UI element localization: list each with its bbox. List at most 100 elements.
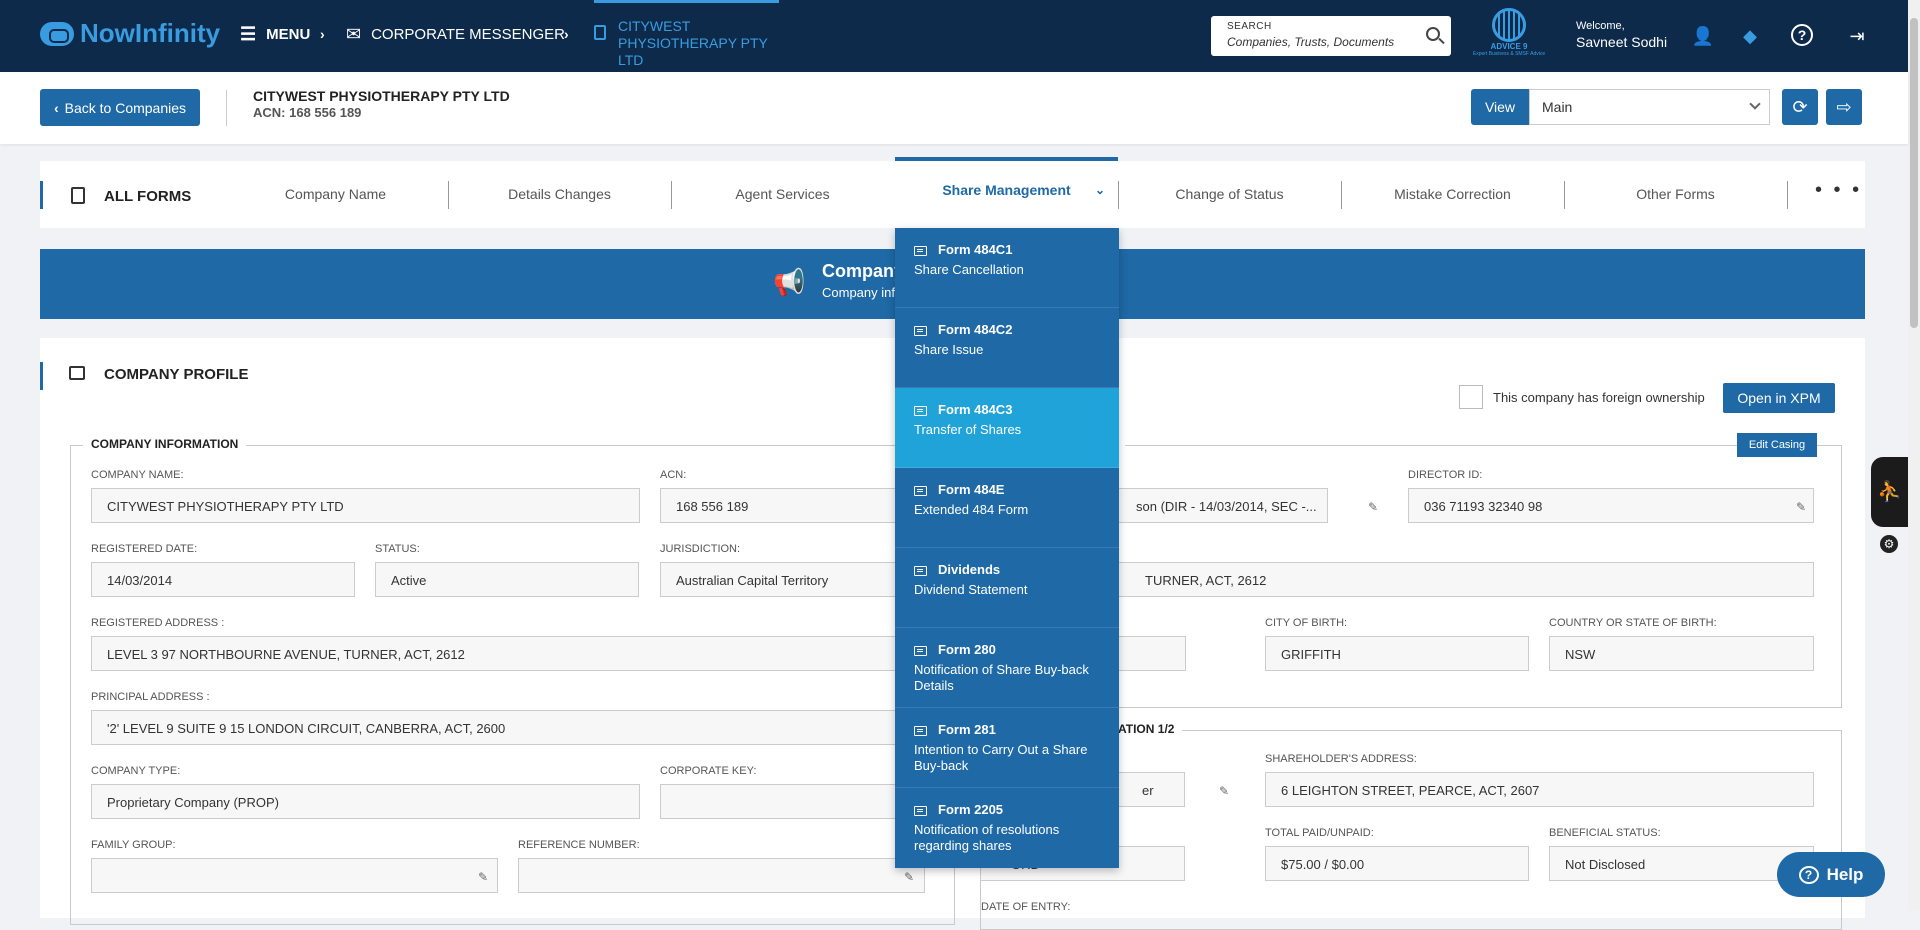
breadcrumb-company[interactable]: CITYWEST PHYSIOTHERAPY PTY LTD — [594, 0, 779, 72]
menu-button[interactable]: ☰ MENU — [240, 24, 310, 45]
menu-item-form-484c3[interactable]: Form 484C3 Transfer of Shares — [895, 388, 1119, 468]
chevron-left-icon: ‹ — [53, 99, 59, 116]
menu-item-form-484c2[interactable]: Form 484C2 Share Issue — [895, 308, 1119, 388]
more-tabs-button[interactable]: • • • — [1815, 179, 1862, 202]
nowinfinity-logo[interactable]: NowInfinity — [40, 18, 220, 49]
total-paid-label: TOTAL PAID/UNPAID: — [1265, 827, 1374, 839]
global-search[interactable]: SEARCH Companies, Trusts, Documents — [1211, 16, 1451, 56]
menu-item-form-484c1[interactable]: Form 484C1 Share Cancellation — [895, 228, 1119, 308]
shareholder-address-field[interactable]: 6 LEIGHTON STREET, PEARCE, ACT, 2607 — [1265, 772, 1814, 807]
tab-details-changes[interactable]: Details Changes — [448, 161, 671, 228]
menu-label: MENU — [266, 26, 311, 43]
menu-item-form-2205[interactable]: Form 2205 Notification of resolutions reg… — [895, 788, 1119, 868]
tab-share-management[interactable]: Share Management ⌄ — [895, 157, 1118, 228]
company-profile-title: COMPANY PROFILE — [104, 366, 249, 383]
jurisdiction-field[interactable]: Australian Capital Territory — [660, 562, 900, 597]
pencil-icon[interactable]: ✎ — [1796, 500, 1808, 514]
edit-casing-button[interactable]: Edit Casing — [1737, 433, 1817, 457]
help-circle-icon[interactable]: ? — [1791, 24, 1813, 46]
form-icon — [914, 806, 927, 816]
registered-date-label: REGISTERED DATE: — [91, 543, 198, 555]
share-management-dropdown: Form 484C1 Share Cancellation Form 484C2 S… — [895, 228, 1119, 868]
all-forms-title[interactable]: ALL FORMS — [104, 188, 191, 205]
country-of-birth-field[interactable]: NSW — [1549, 636, 1814, 671]
mail-icon: ✉ — [346, 24, 362, 44]
company-type-label: COMPANY TYPE: — [91, 765, 181, 777]
acn-field[interactable]: 168 556 189 — [660, 488, 900, 523]
exit-company-button[interactable]: ⇨ — [1826, 89, 1862, 125]
company-type-field[interactable]: Proprietary Company (PROP) — [91, 784, 640, 819]
back-button-label: Back to Companies — [64, 99, 187, 116]
tab-share-management-label: Share Management — [942, 182, 1071, 198]
form-icon — [914, 566, 927, 576]
tab-change-of-status[interactable]: Change of Status — [1118, 161, 1341, 228]
form-icon — [914, 406, 927, 416]
director-id-field[interactable]: 036 71193 32340 98 — [1408, 488, 1814, 523]
menu-item-dividends[interactable]: Dividends Dividend Statement — [895, 548, 1119, 628]
company-name-field[interactable]: CITYWEST PHYSIOTHERAPY PTY LTD — [91, 488, 640, 523]
document-icon — [594, 25, 606, 40]
pencil-icon[interactable]: ✎ — [478, 870, 490, 884]
scrollbar-thumb[interactable] — [1910, 18, 1918, 328]
corporate-messenger-link[interactable]: ✉ CORPORATE MESSENGER — [346, 24, 565, 45]
menu-item-title: Form 484E — [938, 482, 1005, 497]
help-button[interactable]: ? Help — [1777, 852, 1885, 897]
menu-item-title: Form 2205 — [938, 802, 1004, 817]
form-icon — [914, 486, 927, 496]
family-group-field[interactable] — [91, 858, 498, 893]
foreign-ownership-label: This company has foreign ownership — [1493, 389, 1705, 405]
foreign-ownership-checkbox[interactable]: This company has foreign ownership — [1459, 385, 1705, 409]
beneficial-status-field[interactable]: Not Disclosed — [1549, 846, 1814, 881]
menu-item-subtitle: Extended 484 Form — [914, 502, 1029, 517]
registered-date-field[interactable]: 14/03/2014 — [91, 562, 355, 597]
menu-item-subtitle: Notification of Share Buy-back Details — [914, 662, 1089, 693]
tab-mistake-correction[interactable]: Mistake Correction — [1341, 161, 1564, 228]
logout-icon[interactable]: ⇥ — [1845, 24, 1869, 48]
back-to-companies-button[interactable]: ‹ Back to Companies — [40, 89, 200, 126]
menu-item-form-281[interactable]: Form 281 Intention to Carry Out a Share B… — [895, 708, 1119, 788]
search-icon[interactable] — [1426, 27, 1440, 41]
advice-logo-text: ADVICE 9 — [1490, 42, 1528, 51]
header-divider — [226, 90, 227, 126]
checkbox[interactable] — [1459, 385, 1483, 409]
breadcrumb-chevron-icon: › — [564, 26, 569, 42]
gear-icon[interactable]: ⚙ — [1880, 535, 1898, 553]
director-id-label: DIRECTOR ID: — [1408, 469, 1483, 481]
exit-icon: ⇨ — [1836, 97, 1852, 117]
pencil-icon[interactable]: ✎ — [1219, 784, 1231, 798]
principal-address-field[interactable]: '2' LEVEL 9 SUITE 9 15 LONDON CIRCUIT, C… — [91, 710, 900, 745]
corporate-key-field[interactable] — [660, 784, 900, 819]
diamond-app-icon[interactable]: ◆ — [1738, 24, 1762, 48]
accessibility-widget[interactable]: ⛹ — [1871, 457, 1908, 527]
menu-item-title: Form 484C2 — [938, 322, 1013, 337]
menu-item-title: Form 484C3 — [938, 402, 1013, 417]
user-settings-icon[interactable]: 👤 — [1691, 24, 1715, 48]
search-input[interactable]: Companies, Trusts, Documents — [1227, 35, 1394, 49]
form-icon — [914, 326, 927, 336]
advice-tagline: Expert Business & SMSF Advice — [1472, 51, 1546, 57]
menu-item-subtitle: Dividend Statement — [914, 582, 1028, 597]
chevron-down-icon: ⌄ — [1095, 183, 1106, 197]
status-field[interactable]: Active — [375, 562, 639, 597]
chevron-down-icon — [1749, 98, 1761, 110]
pencil-icon[interactable]: ✎ — [904, 870, 916, 884]
total-paid-field[interactable]: $75.00 / $0.00 — [1265, 846, 1529, 881]
reference-number-field[interactable] — [518, 858, 925, 893]
help-label: Help — [1826, 864, 1864, 884]
pencil-icon[interactable]: ✎ — [1368, 500, 1380, 514]
menu-item-form-484e[interactable]: Form 484E Extended 484 Form — [895, 468, 1119, 548]
tab-other-forms[interactable]: Other Forms — [1564, 161, 1787, 228]
menu-item-form-280[interactable]: Form 280 Notification of Share Buy-back D… — [895, 628, 1119, 708]
open-in-xpm-button[interactable]: Open in XPM — [1723, 383, 1835, 413]
registered-address-field[interactable]: LEVEL 3 97 NORTHBOURNE AVENUE, TURNER, A… — [91, 636, 900, 671]
top-navigation-bar: NowInfinity ☰ MENU › ✉ CORPORATE MESSENGER… — [0, 0, 1908, 72]
search-label: SEARCH — [1227, 21, 1272, 32]
city-of-birth-field[interactable]: GRIFFITH — [1265, 636, 1529, 671]
date-of-entry-label: DATE OF ENTRY: — [981, 901, 1071, 913]
family-group-label: FAMILY GROUP: — [91, 839, 176, 851]
view-select[interactable]: Main — [1529, 89, 1770, 125]
user-name: Savneet Sodhi — [1576, 34, 1668, 50]
refresh-button[interactable]: ⟳ — [1782, 89, 1818, 125]
tab-agent-services[interactable]: Agent Services — [671, 161, 894, 228]
tab-company-name[interactable]: Company Name — [224, 161, 447, 228]
